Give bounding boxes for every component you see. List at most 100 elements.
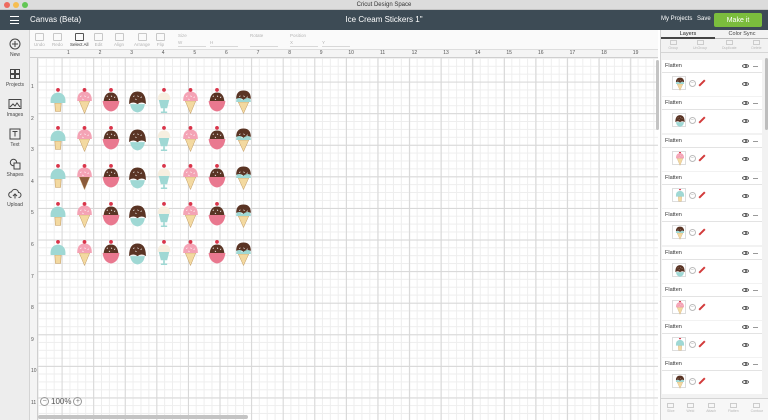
menu-icon[interactable] <box>10 16 19 24</box>
cut-operation-icon[interactable]: − <box>689 191 696 199</box>
sticker-pink-bowl[interactable] <box>208 164 226 188</box>
collapse-icon[interactable] <box>753 215 758 217</box>
layer-group-header[interactable]: Flatten <box>662 172 762 185</box>
collapse-icon[interactable] <box>753 66 758 67</box>
collapse-icon[interactable] <box>753 289 758 291</box>
sticker-choc-cone[interactable] <box>236 204 251 229</box>
sidebar-item-projects[interactable]: Projects <box>0 68 30 88</box>
flip-dropdown[interactable]: Flip <box>156 33 165 47</box>
pen-icon[interactable] <box>698 228 706 236</box>
layer-group[interactable]: Flatten − <box>662 134 762 171</box>
sticker-float-glass[interactable] <box>157 88 171 114</box>
layer-group-header[interactable]: Flatten <box>662 284 762 297</box>
sticker-blue-cone[interactable] <box>50 202 66 226</box>
sticker-pink-bowl[interactable] <box>208 202 226 226</box>
layer-group[interactable]: Flatten − <box>662 60 762 96</box>
sidebar-item-images[interactable]: Images <box>0 98 30 118</box>
visibility-eye-icon[interactable] <box>742 250 749 255</box>
visibility-eye-icon[interactable] <box>742 64 749 68</box>
layer-visibility-eye-icon[interactable] <box>742 380 749 385</box>
tab-layers[interactable]: Layers <box>661 30 715 39</box>
layer-group-header[interactable]: Flatten <box>662 97 762 111</box>
sticker-choc-sundae[interactable] <box>129 91 146 113</box>
sticker-pink-bowl[interactable] <box>102 164 120 188</box>
pen-icon[interactable] <box>698 191 706 199</box>
sticker-grid[interactable] <box>48 82 278 282</box>
visibility-eye-icon[interactable] <box>742 287 749 292</box>
sticker-pink-bowl[interactable] <box>102 126 120 150</box>
zoom-out-button[interactable]: − <box>40 397 49 406</box>
sticker-pink-cone[interactable] <box>183 202 198 229</box>
visibility-eye-icon[interactable] <box>742 138 749 143</box>
layer-group[interactable]: Flatten − <box>662 246 762 283</box>
zoom-in-button[interactable]: + <box>73 397 83 406</box>
sidebar-item-shapes[interactable]: Shapes <box>0 158 30 178</box>
zoom-window-button[interactable] <box>22 2 28 8</box>
sticker-pink-bowl[interactable] <box>208 126 226 150</box>
layer-group[interactable]: Flatten − <box>662 283 762 320</box>
cut-operation-icon[interactable]: − <box>689 154 696 162</box>
cut-operation-icon[interactable]: − <box>689 341 696 349</box>
sticker-pink-cone[interactable] <box>77 202 92 229</box>
size-field[interactable]: Size W <box>178 33 206 47</box>
cut-operation-icon[interactable]: − <box>689 378 696 386</box>
layer-visibility-eye-icon[interactable] <box>742 305 749 310</box>
layer-group[interactable]: Flatten − <box>662 209 762 246</box>
sticker-choc-sundae[interactable] <box>129 205 146 227</box>
layer-group[interactable]: Flatten − <box>662 97 762 134</box>
sticker-choc-cone[interactable] <box>236 128 251 153</box>
position-x-field[interactable]: Position X <box>290 33 318 47</box>
sticker-choc-cone[interactable] <box>236 166 251 191</box>
sticker-float-glass[interactable] <box>157 164 171 190</box>
pen-icon[interactable] <box>698 340 706 348</box>
sticker-pink-cone[interactable] <box>183 240 198 267</box>
undo-button[interactable]: Undo <box>34 33 45 47</box>
weld-button[interactable]: Weld <box>686 399 694 420</box>
cut-operation-icon[interactable]: − <box>689 303 696 311</box>
sticker-pink-cone[interactable] <box>77 126 92 153</box>
sticker-blue-cone[interactable] <box>50 126 66 150</box>
sticker-float-glass[interactable] <box>157 240 171 266</box>
layer-group-header[interactable]: Flatten <box>662 247 762 260</box>
layer-group-header[interactable]: Flatten <box>662 135 762 148</box>
pen-icon[interactable] <box>698 265 706 274</box>
visibility-eye-icon[interactable] <box>742 213 749 218</box>
layer-group-header[interactable]: Flatten <box>662 209 762 223</box>
tab-color-sync[interactable]: Color Sync <box>715 30 768 39</box>
pen-icon[interactable] <box>698 79 706 87</box>
contour-button[interactable]: Contour <box>751 399 763 420</box>
delete-button[interactable]: Delete <box>751 39 762 52</box>
sticker-choc-cone[interactable] <box>236 242 251 267</box>
sticker-float-glass[interactable] <box>157 202 171 228</box>
redo-button[interactable]: Redo <box>52 33 63 47</box>
sticker-choc-sundae[interactable] <box>129 129 146 151</box>
sticker-blue-cone[interactable] <box>50 164 66 188</box>
minimize-window-button[interactable] <box>13 2 19 8</box>
visibility-eye-icon[interactable] <box>742 362 749 367</box>
save-button[interactable]: Save <box>697 16 711 22</box>
collapse-icon[interactable] <box>753 140 758 142</box>
sticker-choc-pink-cone[interactable] <box>77 164 92 191</box>
layer-group-header[interactable]: Flatten <box>662 321 762 335</box>
duplicate-button[interactable]: Duplicate <box>722 39 737 52</box>
layer-visibility-eye-icon[interactable] <box>742 156 749 161</box>
collapse-icon[interactable] <box>753 103 758 105</box>
visibility-eye-icon[interactable] <box>742 325 749 330</box>
close-window-button[interactable] <box>4 2 10 8</box>
sticker-pink-bowl[interactable] <box>208 240 226 264</box>
slice-button[interactable]: Slice <box>667 399 675 420</box>
collapse-icon[interactable] <box>753 177 758 179</box>
sticker-pink-cone[interactable] <box>183 126 198 153</box>
design-canvas[interactable]: 1234567891011121314151617181920 12345678… <box>30 50 658 420</box>
pen-icon[interactable] <box>698 116 706 124</box>
ungroup-button[interactable]: UnGroup <box>693 39 707 52</box>
sticker-pink-cone[interactable] <box>77 88 92 115</box>
sidebar-item-upload[interactable]: Upload <box>0 188 30 208</box>
sticker-pink-cone[interactable] <box>183 88 198 115</box>
group-button[interactable]: Group <box>668 39 678 52</box>
sticker-pink-bowl[interactable] <box>102 202 120 226</box>
cut-operation-icon[interactable]: − <box>689 266 696 274</box>
sticker-blue-cone[interactable] <box>50 240 66 264</box>
pen-icon[interactable] <box>698 154 706 162</box>
vertical-scrollbar[interactable] <box>656 60 659 130</box>
